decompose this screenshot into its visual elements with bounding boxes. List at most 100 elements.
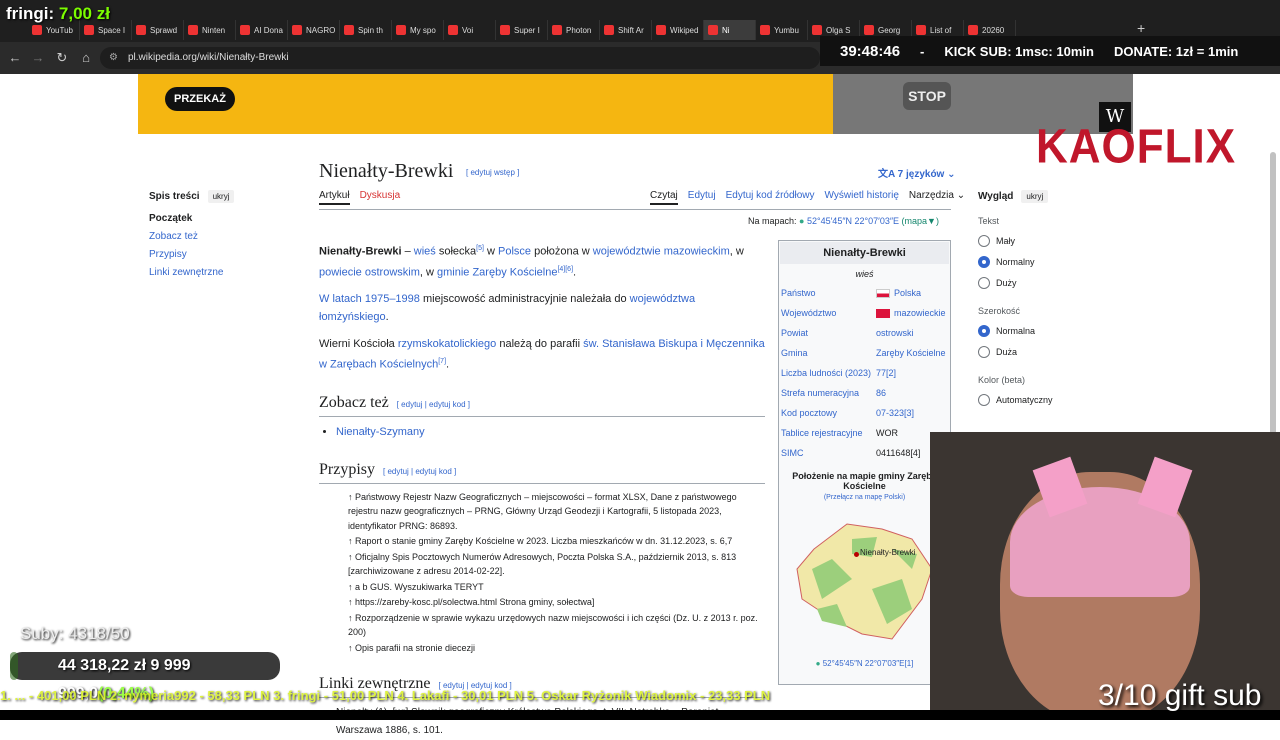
infobox-key[interactable]: SIMC <box>781 448 876 458</box>
coordinates-link[interactable]: 52°45′45″N 22°07′03″E <box>807 216 899 226</box>
site-info-icon[interactable]: ⚙ <box>109 47 118 69</box>
radio-text[interactable]: Duży <box>978 277 1128 289</box>
tab-favicon-icon <box>136 25 146 35</box>
view-tabs: Czytaj Edytuj Edytuj kod źródłowy Wyświe… <box>650 190 965 205</box>
reference-item[interactable]: ↑ https://zareby-kosc.pl/solectwa.html S… <box>348 595 765 610</box>
radio-button-icon[interactable] <box>978 256 990 268</box>
reload-icon[interactable]: ↻ <box>53 50 71 66</box>
radio-width[interactable]: Duża <box>978 346 1128 358</box>
link-county[interactable]: powiecie ostrowskim <box>319 266 420 278</box>
tab-favicon-icon <box>500 25 510 35</box>
commune-map[interactable]: Nienałty-Brewki <box>792 509 937 649</box>
back-icon[interactable]: ← <box>6 50 24 65</box>
reference-item[interactable]: ↑ Raport o stanie gminy Zaręby Kościelne… <box>348 534 765 549</box>
map-coordinates[interactable]: ● 52°45′45″N 22°07′03″E[1] <box>779 659 950 668</box>
link-wies[interactable]: wieś <box>414 246 436 258</box>
language-button[interactable]: 文A 7 języków ⌄ <box>878 165 956 180</box>
tab-history[interactable]: Wyświetl historię <box>825 190 899 205</box>
infobox-value: 77[2] <box>876 368 897 378</box>
edit-intro-link[interactable]: [ edytuj wstęp ] <box>466 168 519 177</box>
donate-rate: DONATE: 1zł = 1min <box>1113 43 1239 59</box>
stop-sign: STOP <box>903 82 951 110</box>
browser-tab[interactable]: Ninten <box>184 20 236 40</box>
reference-item[interactable]: ↑ a b GUS. Wyszukiwarka TERYT <box>348 580 765 595</box>
radio-button-icon[interactable] <box>978 346 990 358</box>
url-input[interactable]: ⚙ pl.wikipedia.org/wiki/Nienałty-Brewki <box>100 47 820 69</box>
reference-item[interactable]: ↑ Rozporządzenie w sprawie wykazu urzędo… <box>348 611 765 640</box>
browser-tab[interactable]: Spin th <box>340 20 392 40</box>
scrollbar[interactable] <box>1270 152 1276 477</box>
radio-button-icon[interactable] <box>978 235 990 247</box>
link-catholic[interactable]: rzymskokatolickiego <box>398 338 496 350</box>
tab-favicon-icon <box>448 25 458 35</box>
browser-tab[interactable]: Wikiped <box>652 20 704 40</box>
map-toggle[interactable]: (mapa▼) <box>902 216 939 226</box>
tab-article[interactable]: Artykuł <box>319 190 350 205</box>
infobox-row: Powiat ostrowski <box>779 323 950 343</box>
browser-tab[interactable]: Super I <box>496 20 548 40</box>
map-switch-link[interactable]: (Przełącz na mapę Polski) <box>779 494 950 501</box>
tools-menu[interactable]: Narzędzia ⌄ <box>909 190 965 205</box>
infobox-key[interactable]: Kod pocztowy <box>781 408 876 418</box>
tab-read[interactable]: Czytaj <box>650 190 678 205</box>
radio-button-icon[interactable] <box>978 277 990 289</box>
browser-tab[interactable]: AI Dona <box>236 20 288 40</box>
browser-tab[interactable]: Sprawd <box>132 20 184 40</box>
browser-tab[interactable]: Yumbu <box>756 20 808 40</box>
infobox-value: Zaręby Kościelne <box>876 348 946 358</box>
infobox-row: Województwo mazowieckie <box>779 303 950 323</box>
browser-tab[interactable]: NAGRO <box>288 20 340 40</box>
edit-section-link[interactable]: [ edytuj | edytuj kod ] <box>383 463 456 481</box>
tab-talk[interactable]: Dyskusja <box>360 190 401 205</box>
edit-section-link[interactable]: [ edytuj | edytuj kod ] <box>397 396 470 414</box>
paragraph-parish: Wierni Kościoła rzymskokatolickiego nale… <box>319 338 765 371</box>
width-options: Normalna Duża <box>978 325 1128 358</box>
table-of-contents: Spis treści ukryj Początek Zobacz też Przy… <box>149 190 299 285</box>
browser-tab[interactable]: My spo <box>392 20 444 40</box>
browser-tab[interactable]: Photon <box>548 20 600 40</box>
color-label: Kolor (beta) <box>978 375 1026 385</box>
infobox-key[interactable]: Tablice rejestracyjne <box>781 428 876 438</box>
radio-text[interactable]: Mały <box>978 235 1128 247</box>
tab-edit-source[interactable]: Edytuj kod źródłowy <box>726 190 815 205</box>
infobox-key[interactable]: Powiat <box>781 328 876 338</box>
toc-item[interactable]: Linki zewnętrzne <box>149 267 299 278</box>
reference-item[interactable]: ↑ Opis parafii na stronie diecezji <box>348 641 765 656</box>
link-years[interactable]: W latach 1975–1998 <box>319 293 420 305</box>
infobox-key[interactable]: Państwo <box>781 288 876 298</box>
new-tab-button[interactable]: + <box>1137 20 1145 36</box>
radio-text[interactable]: Normalny <box>978 256 1128 268</box>
forward-icon[interactable]: → <box>29 50 47 65</box>
infobox-key[interactable]: Strefa numeracyjna <box>781 388 876 398</box>
subathon-timer: 39:48:46 - KICK SUB: 1msc: 10min DONATE:… <box>820 36 1280 66</box>
radio-width[interactable]: Normalna <box>978 325 1128 337</box>
link-voivodeship[interactable]: województwie mazowieckim <box>593 246 730 258</box>
reference-item[interactable]: ↑ Oficjalny Spis Pocztowych Numerów Adre… <box>348 550 765 579</box>
toc-item[interactable]: Początek <box>149 213 299 224</box>
browser-tab[interactable]: Ni <box>704 20 756 40</box>
infobox-key[interactable]: Gmina <box>781 348 876 358</box>
list-item[interactable]: Nienałty-Szymany <box>336 423 765 441</box>
coat-of-arms-icon <box>876 309 890 319</box>
toc-hide-button[interactable]: ukryj <box>207 190 235 203</box>
radio-button-icon[interactable] <box>978 394 990 406</box>
donate-button[interactable]: PRZEKAŻ <box>165 87 235 111</box>
infobox-key[interactable]: Liczba ludności (2023) <box>781 368 876 378</box>
browser-tab[interactable]: Shift Ar <box>600 20 652 40</box>
appearance-hide-button[interactable]: ukryj <box>1021 190 1049 203</box>
infobox: Nienałty-Brewki wieś Państwo Polska Wojewó… <box>778 240 951 685</box>
tab-edit[interactable]: Edytuj <box>688 190 716 205</box>
tab-favicon-icon <box>812 25 822 35</box>
toc-item[interactable]: Zobacz też <box>149 231 299 242</box>
home-icon[interactable]: ⌂ <box>77 50 95 65</box>
radio-button-icon[interactable] <box>978 325 990 337</box>
link-polska[interactable]: Polsce <box>498 246 531 258</box>
link-commune[interactable]: gminie Zaręby Kościelne <box>437 266 557 278</box>
browser-tab[interactable]: Voi <box>444 20 496 40</box>
reference-item[interactable]: ↑ Państwowy Rejestr Nazw Geograficznych … <box>348 490 765 534</box>
radio-color[interactable]: Automatyczny <box>978 394 1128 406</box>
tab-favicon-icon <box>396 25 406 35</box>
tabs-divider <box>319 209 951 210</box>
infobox-key[interactable]: Województwo <box>781 308 876 318</box>
toc-item[interactable]: Przypisy <box>149 249 299 260</box>
